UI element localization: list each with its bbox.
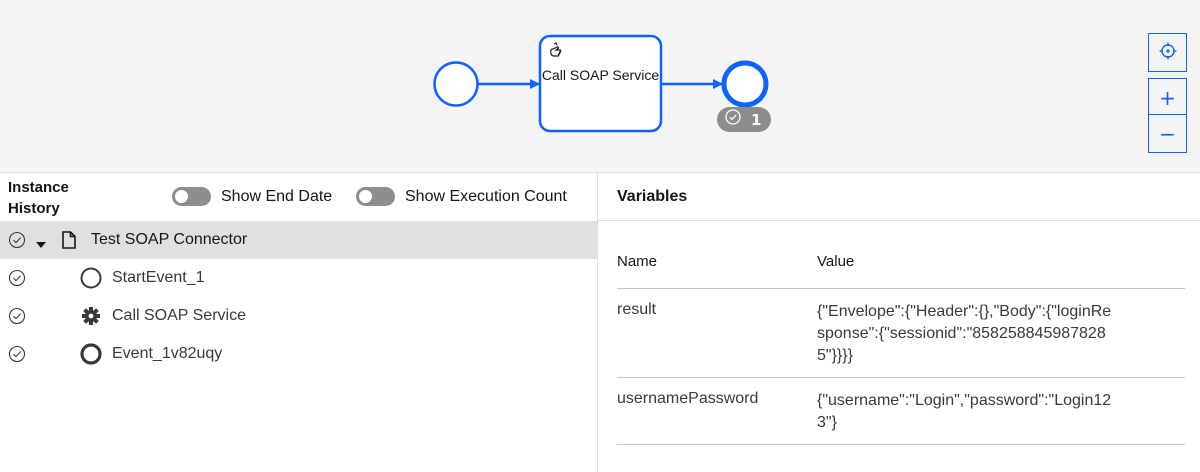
tree-item-label: Call SOAP Service <box>112 307 246 324</box>
tree-item-label: Event_1v82uqy <box>112 345 223 362</box>
tree-row[interactable]: Event_1v82uqy <box>0 335 597 373</box>
document-icon <box>62 231 76 254</box>
execution-count-badge[interactable]: 1 <box>717 107 771 132</box>
column-header-value: Value <box>817 253 855 270</box>
start-event[interactable] <box>433 61 479 107</box>
variables-table: Name Value result {"Envelope":{"Header":… <box>617 245 1185 445</box>
gear-icon <box>80 305 102 332</box>
crosshair-icon <box>1159 41 1177 65</box>
tree-root-label: Test SOAP Connector <box>91 231 248 248</box>
bpmn-diagram <box>433 34 769 133</box>
hand-task-icon <box>548 42 564 65</box>
toggle-label: Show End Date <box>221 187 333 205</box>
variable-value[interactable]: {"username":"Login","password":"Login123… <box>817 378 1117 444</box>
variable-name: usernamePassword <box>617 390 759 407</box>
reset-view-button[interactable] <box>1148 33 1187 72</box>
service-task-label: Call SOAP Service <box>541 67 660 83</box>
tree-item-label: StartEvent_1 <box>112 269 205 286</box>
variables-panel: Variables Name Value result {"Envelope":… <box>598 172 1200 472</box>
caret-down-icon[interactable] <box>36 236 46 254</box>
diagram-canvas[interactable]: Call SOAP Service 1 + − <box>0 0 1200 172</box>
end-event-icon <box>80 343 102 370</box>
variables-title: Variables <box>617 188 688 205</box>
show-end-date-toggle[interactable]: Show End Date <box>172 187 332 206</box>
show-execution-count-toggle[interactable]: Show Execution Count <box>356 187 567 206</box>
divider <box>598 220 1200 221</box>
tree-row-root[interactable]: Test SOAP Connector <box>0 221 597 259</box>
instance-history-title: Instance History <box>8 179 69 217</box>
column-header-name: Name <box>617 253 658 270</box>
history-tree: Test SOAP Connector StartEvent_1 Call SO… <box>0 221 597 373</box>
check-circle-icon <box>8 307 26 330</box>
end-event[interactable] <box>721 60 769 108</box>
toggle-switch[interactable] <box>356 187 395 206</box>
toggle-switch[interactable] <box>172 187 211 206</box>
instance-history-panel: Instance History Show End Date Show Exec… <box>0 172 597 472</box>
zoom-in-button[interactable]: + <box>1148 78 1187 117</box>
zoom-out-button[interactable]: − <box>1148 114 1187 153</box>
toggle-label: Show Execution Count <box>405 187 567 205</box>
variable-name: result <box>617 301 657 318</box>
start-event-icon <box>80 267 102 294</box>
check-circle-icon <box>8 269 26 292</box>
tree-row[interactable]: Call SOAP Service <box>0 297 597 335</box>
table-header: Name Value <box>617 245 1185 289</box>
table-row[interactable]: usernamePassword {"username":"Login","pa… <box>617 378 1185 445</box>
tree-row[interactable]: StartEvent_1 <box>0 259 597 297</box>
table-row[interactable]: result {"Envelope":{"Header":{},"Body":{… <box>617 289 1185 378</box>
execution-count: 1 <box>751 110 762 129</box>
variable-value[interactable]: {"Envelope":{"Header":{},"Body":{"loginR… <box>817 289 1117 377</box>
check-circle-icon <box>725 109 741 130</box>
check-circle-icon <box>8 231 26 254</box>
check-circle-icon <box>8 345 26 368</box>
